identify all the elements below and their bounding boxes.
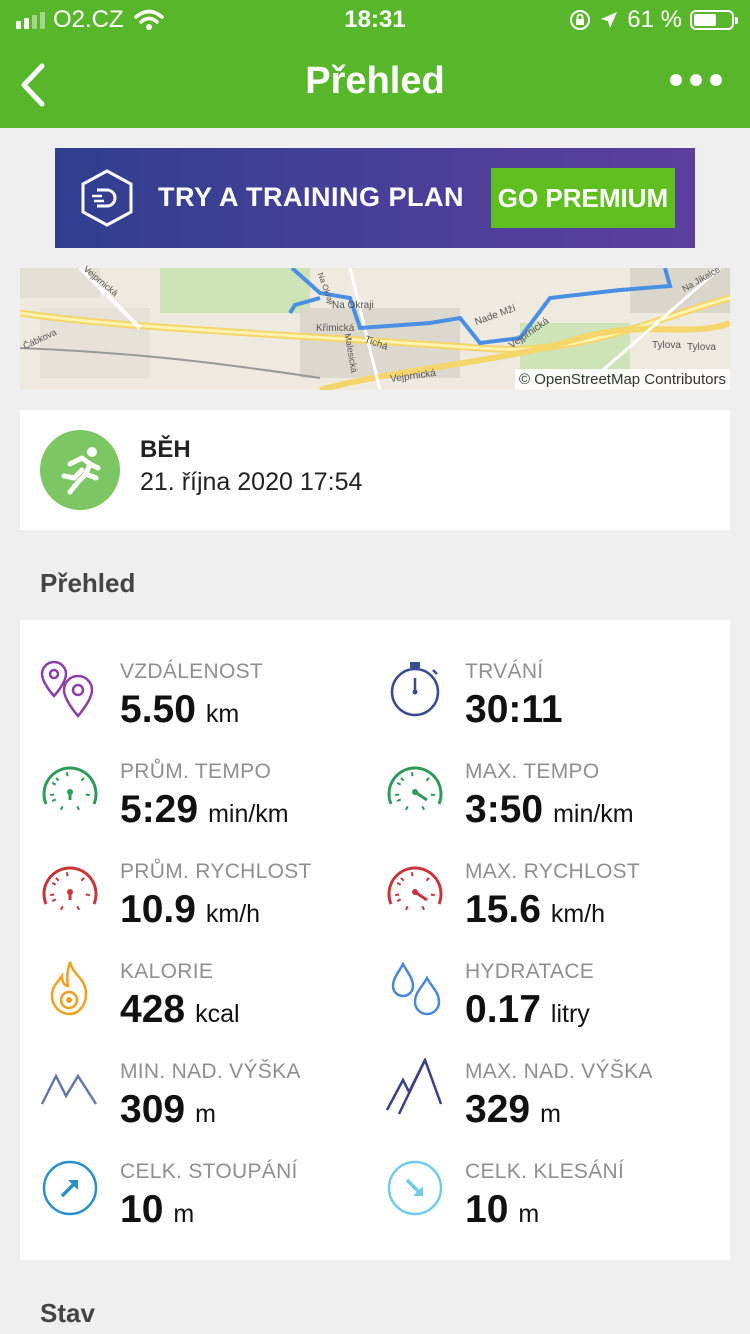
- stat-max-rychlost: MAX. RYCHLOST 15.6 km/h: [365, 820, 705, 931]
- premium-banner[interactable]: TRY A TRAINING PLAN GO PREMIUM: [55, 148, 695, 248]
- stat-label: MAX. TEMPO: [465, 760, 600, 783]
- go-premium-button[interactable]: GO PREMIUM: [491, 168, 675, 228]
- max-speed-gauge-icon: [387, 866, 443, 911]
- activity-type-badge: [40, 430, 120, 510]
- stat-min-nad-výška: MIN. NAD. VÝŠKA 309 m: [20, 1020, 360, 1131]
- min-elevation-mountains-icon: [40, 1073, 98, 1105]
- stat-kalorie: KALORIE 428 kcal: [20, 920, 360, 1031]
- stat-prům-rychlost: PRŮM. RYCHLOST 10.9 km/h: [20, 820, 360, 931]
- stat-unit: m: [173, 1200, 195, 1228]
- training-plan-hex-icon: [81, 169, 133, 227]
- stat-hydratace: HYDRATACE 0.17 litry: [365, 920, 705, 1031]
- stat-value-group: 10 m: [465, 1188, 539, 1232]
- stat-label: KALORIE: [120, 960, 214, 983]
- descent-arrow-icon: [387, 1160, 443, 1216]
- stats-card: VZDÁLENOST 5.50 km TRVÁNÍ 30:11 PRŮM. TEMPO 5:…: [20, 620, 730, 1260]
- max-pace-gauge-icon: [387, 766, 443, 811]
- max-elevation-mountains-icon: [385, 1058, 443, 1115]
- ascent-arrow-icon: [42, 1160, 98, 1216]
- water-drops-icon: [391, 961, 441, 1016]
- stat-label: CELK. KLESÁNÍ: [465, 1160, 625, 1183]
- stat-label: TRVÁNÍ: [465, 660, 544, 683]
- page-title: Přehled: [305, 60, 445, 102]
- avg-pace-gauge-icon: [42, 766, 98, 811]
- battery-percent: 61 %: [627, 6, 682, 33]
- stat-label: PRŮM. TEMPO: [120, 760, 272, 783]
- banner-text: TRY A TRAINING PLAN: [158, 182, 464, 212]
- stat-vzdálenost: VZDÁLENOST 5.50 km: [20, 620, 360, 731]
- nav-bar: Přehled: [0, 40, 750, 128]
- stat-label: MIN. NAD. VÝŠKA: [120, 1060, 301, 1083]
- activity-type: BĚH: [140, 436, 191, 463]
- map-attribution: © OpenStreetMap Contributors: [515, 369, 730, 390]
- flame-icon: [50, 961, 88, 1016]
- stat-max-nad-výška: MAX. NAD. VÝŠKA 329 m: [365, 1020, 705, 1131]
- distance-pins-icon: [40, 660, 94, 718]
- stat-prům-tempo: PRŮM. TEMPO 5:29 min/km: [20, 720, 360, 831]
- battery-icon: [690, 10, 738, 30]
- avg-speed-gauge-icon: [42, 866, 98, 911]
- stat-label: PRŮM. RYCHLOST: [120, 860, 312, 883]
- activity-card: BĚH 21. října 2020 17:54: [20, 410, 730, 530]
- section-title-overview: Přehled: [40, 568, 136, 598]
- status-bar: O2.CZ 18:31 61 %: [0, 0, 750, 40]
- stopwatch-icon: [390, 662, 440, 717]
- stat-value: 10: [465, 1188, 509, 1231]
- stat-unit: m: [518, 1200, 540, 1228]
- stat-label: VZDÁLENOST: [120, 660, 264, 683]
- more-options-icon[interactable]: [670, 74, 722, 86]
- runner-icon: [61, 447, 101, 495]
- location-arrow-icon: [601, 12, 618, 28]
- stat-celk-stoupání: CELK. STOUPÁNÍ 10 m: [20, 1120, 360, 1231]
- stat-value: 10: [120, 1188, 164, 1231]
- activity-datetime: 21. října 2020 17:54: [140, 468, 363, 496]
- stat-label: MAX. RYCHLOST: [465, 860, 641, 883]
- stat-trvání: TRVÁNÍ 30:11: [365, 620, 705, 731]
- stat-value-group: 10 m: [120, 1188, 194, 1232]
- stat-label: HYDRATACE: [465, 960, 595, 983]
- stat-label: MAX. NAD. VÝŠKA: [465, 1060, 653, 1083]
- section-title-status: Stav: [40, 1298, 95, 1328]
- orientation-lock-icon: [570, 10, 591, 30]
- stat-celk-klesání: CELK. KLESÁNÍ 10 m: [365, 1120, 705, 1231]
- route-map[interactable]: © OpenStreetMap Contributors: [20, 268, 730, 390]
- stat-max-tempo: MAX. TEMPO 3:50 min/km: [365, 720, 705, 831]
- stat-label: CELK. STOUPÁNÍ: [120, 1160, 298, 1183]
